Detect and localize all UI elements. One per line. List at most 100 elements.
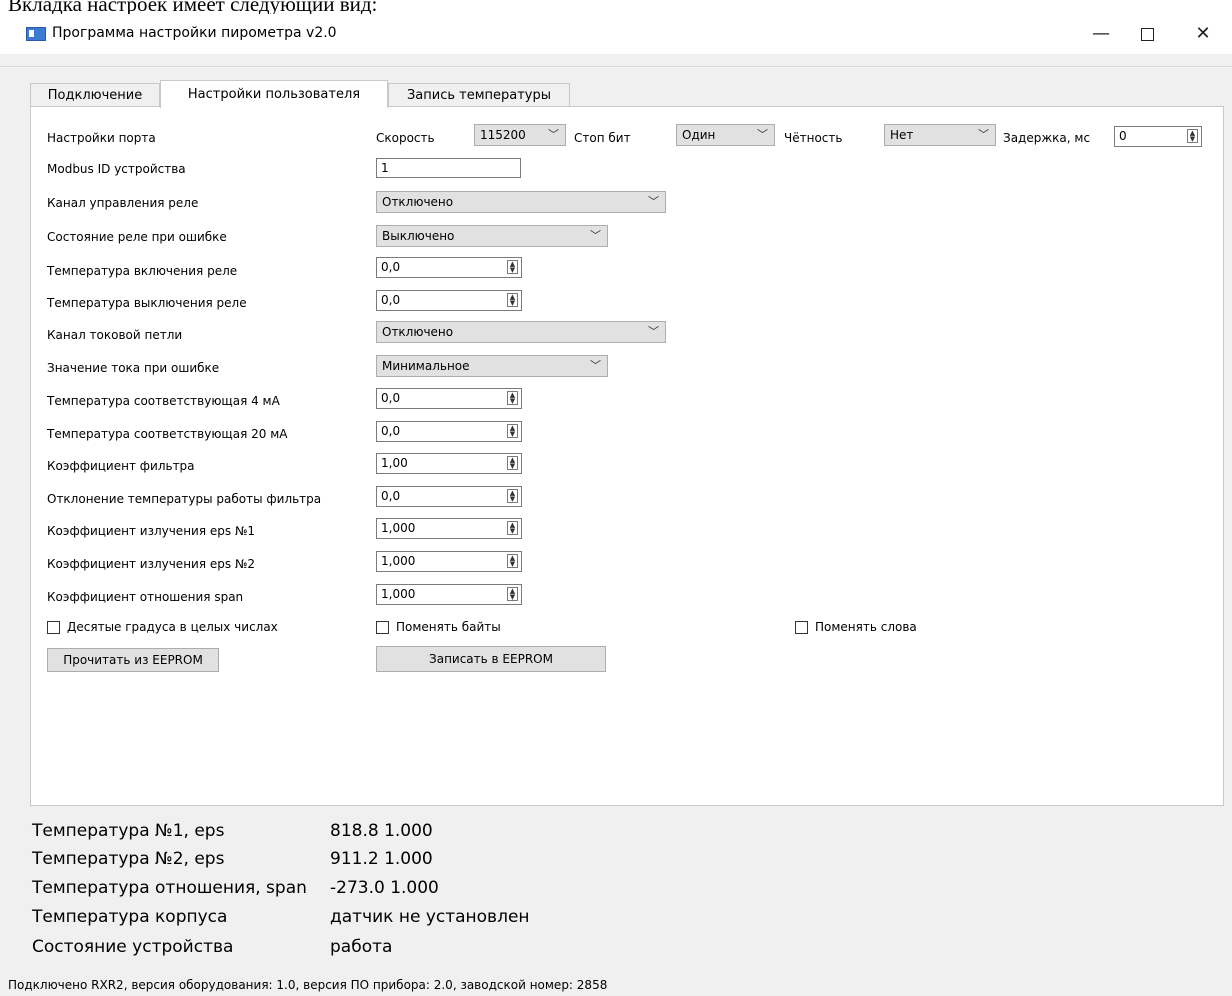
current-loop-select[interactable]: Отключено ﹀: [376, 321, 666, 343]
temp-20ma-value: 0,0: [381, 424, 401, 438]
maximize-icon: [1140, 27, 1154, 41]
write-eeprom-button[interactable]: Записать в EEPROM: [376, 646, 606, 672]
relay-error-state-select[interactable]: Выключено ﹀: [376, 225, 608, 247]
status-ratio-label: Температура отношения, span: [32, 878, 307, 898]
current-error-select[interactable]: Минимальное ﹀: [376, 355, 608, 377]
chevron-down-icon: ﹀: [978, 128, 989, 141]
chevron-down-icon: ﹀: [590, 229, 601, 242]
current-loop-label: Канал токовой петли: [47, 328, 183, 342]
window-title: Программа настройки пирометра v2.0: [52, 25, 337, 41]
status-temp1-value: 818.8 1.000: [330, 821, 433, 841]
parity-value: Нет: [890, 128, 914, 142]
relay-on-temp-spinbox[interactable]: 0,0 ▲ ▼: [376, 257, 522, 278]
current-loop-value: Отключено: [382, 325, 454, 339]
relay-channel-value: Отключено: [382, 195, 454, 209]
spin-arrows-icon[interactable]: ▲ ▼: [507, 424, 518, 438]
relay-off-temp-label: Температура выключения реле: [47, 296, 247, 310]
speed-value: 115200: [480, 128, 526, 142]
relay-channel-select[interactable]: Отключено ﹀: [376, 191, 666, 213]
relay-error-state-value: Выключено: [382, 229, 455, 243]
relay-error-state-label: Состояние реле при ошибке: [47, 230, 227, 244]
stop-bits-value: Один: [682, 128, 716, 142]
eps2-spinbox[interactable]: 1,000 ▲ ▼: [376, 551, 522, 572]
span-value: 1,000: [381, 587, 416, 601]
eps1-spinbox[interactable]: 1,000 ▲ ▼: [376, 518, 522, 539]
tenths-checkbox[interactable]: [47, 621, 60, 634]
tab-user-settings[interactable]: Настройки пользователя: [160, 80, 388, 108]
chevron-down-icon: ﹀: [648, 195, 659, 208]
filter-deviation-label: Отклонение температуры работы фильтра: [47, 492, 322, 506]
temp-4ma-value: 0,0: [381, 391, 401, 405]
chevron-down-icon: ﹀: [648, 325, 659, 338]
port-settings-label: Настройки порта: [47, 131, 156, 145]
status-temp1-label: Температура №1, eps: [32, 821, 225, 841]
filter-coef-label: Коэффициент фильтра: [47, 459, 195, 473]
titlebar-divider: [0, 66, 1232, 67]
swap-bytes-checkbox[interactable]: [376, 621, 389, 634]
tenths-checkbox-label: Десятые градуса в целых числах: [67, 620, 278, 634]
current-error-label: Значение тока при ошибке: [47, 361, 220, 375]
delay-value: 0: [1119, 129, 1127, 143]
filter-coef-value: 1,00: [381, 456, 408, 470]
status-ratio-value: -273.0 1.000: [330, 878, 439, 898]
temp-4ma-spinbox[interactable]: 0,0 ▲ ▼: [376, 388, 522, 409]
relay-on-temp-label: Температура включения реле: [47, 264, 238, 278]
spin-arrows-icon[interactable]: ▲ ▼: [507, 521, 518, 535]
parity-select[interactable]: Нет ﹀: [884, 124, 996, 146]
status-case-temp-value: датчик не установлен: [330, 907, 530, 927]
window-titlebar: Программа настройки пирометра v2.0 — ✕: [0, 14, 1232, 54]
relay-channel-label: Канал управления реле: [47, 196, 199, 210]
document-heading: Вкладка настроек имеет следующий вид:: [0, 0, 1232, 14]
app-icon: [26, 27, 46, 41]
eps1-label: Коэффициент излучения eps №1: [47, 524, 256, 538]
maximize-button[interactable]: [1124, 14, 1170, 54]
spin-arrows-icon[interactable]: ▲ ▼: [507, 587, 518, 601]
parity-label: Чётность: [784, 131, 843, 145]
document-heading-text: Вкладка настроек имеет следующий вид:: [8, 0, 378, 14]
span-spinbox[interactable]: 1,000 ▲ ▼: [376, 584, 522, 605]
status-temp2-value: 911.2 1.000: [330, 849, 433, 869]
swap-bytes-label: Поменять байты: [396, 620, 501, 634]
tab-temperature-log[interactable]: Запись температуры: [388, 83, 570, 107]
filter-coef-spinbox[interactable]: 1,00 ▲ ▼: [376, 453, 522, 474]
stop-bits-select[interactable]: Один ﹀: [676, 124, 775, 146]
relay-off-temp-value: 0,0: [381, 293, 401, 307]
status-bar: Подключено RXR2, версия оборудования: 1.…: [8, 978, 608, 992]
filter-deviation-value: 0,0: [381, 489, 401, 503]
current-error-value: Минимальное: [382, 359, 470, 373]
modbus-id-label: Modbus ID устройства: [47, 162, 186, 176]
chevron-down-icon: ﹀: [757, 128, 768, 141]
eps1-value: 1,000: [381, 521, 416, 535]
spin-arrows-icon[interactable]: ▲ ▼: [507, 260, 518, 274]
span-label: Коэффициент отношения span: [47, 590, 244, 604]
spin-arrows-icon[interactable]: ▲ ▼: [507, 456, 518, 470]
modbus-id-input[interactable]: 1: [376, 158, 521, 178]
status-device-state-value: работа: [330, 937, 393, 957]
minimize-button[interactable]: —: [1078, 14, 1124, 54]
tab-connection[interactable]: Подключение: [30, 83, 160, 107]
temp-20ma-label: Температура соответствующая 20 мА: [47, 427, 288, 441]
eps2-label: Коэффициент излучения eps №2: [47, 557, 256, 571]
temp-20ma-spinbox[interactable]: 0,0 ▲ ▼: [376, 421, 522, 442]
relay-off-temp-spinbox[interactable]: 0,0 ▲ ▼: [376, 290, 522, 311]
status-case-temp-label: Температура корпуса: [32, 907, 228, 927]
filter-deviation-spinbox[interactable]: 0,0 ▲ ▼: [376, 486, 522, 507]
eps2-value: 1,000: [381, 554, 416, 568]
delay-spinbox[interactable]: 0 ▲ ▼: [1114, 126, 1202, 147]
chevron-down-icon: ﹀: [548, 128, 559, 141]
status-temp2-label: Температура №2, eps: [32, 849, 225, 869]
speed-select[interactable]: 115200 ﹀: [474, 124, 566, 146]
stop-bits-label: Стоп бит: [574, 131, 631, 145]
spin-arrows-icon[interactable]: ▲ ▼: [507, 489, 518, 503]
relay-on-temp-value: 0,0: [381, 260, 401, 274]
spin-arrows-icon[interactable]: ▲ ▼: [507, 391, 518, 405]
spin-arrows-icon[interactable]: ▲ ▼: [1187, 129, 1198, 143]
close-button[interactable]: ✕: [1180, 14, 1226, 54]
spin-arrows-icon[interactable]: ▲ ▼: [507, 554, 518, 568]
chevron-down-icon: ﹀: [590, 359, 601, 372]
read-eeprom-button[interactable]: Прочитать из EEPROM: [47, 648, 219, 672]
spin-arrows-icon[interactable]: ▲ ▼: [507, 293, 518, 307]
swap-words-checkbox[interactable]: [795, 621, 808, 634]
speed-label: Скорость: [376, 131, 435, 145]
temp-4ma-label: Температура соответствующая 4 мА: [47, 394, 280, 408]
